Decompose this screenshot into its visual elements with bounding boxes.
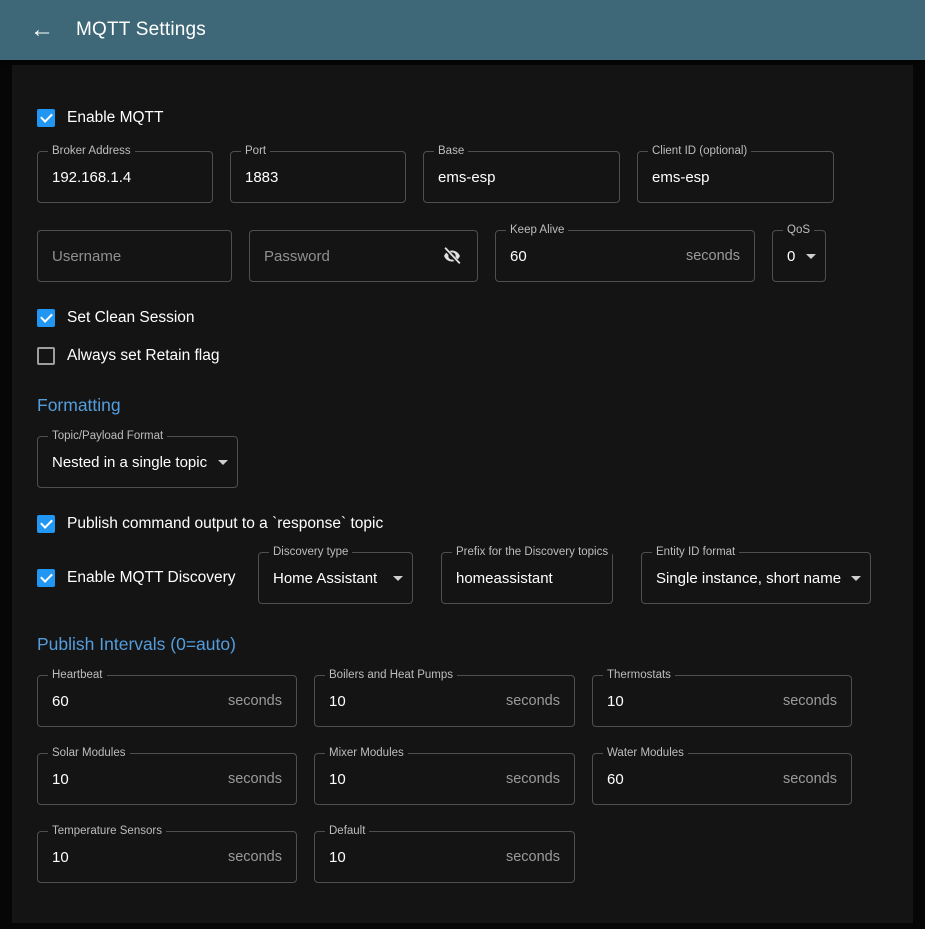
dropdown-caret-icon	[393, 576, 403, 581]
checkbox-icon	[37, 109, 55, 127]
username-field[interactable]: Username	[37, 230, 232, 282]
checkbox-icon	[37, 515, 55, 533]
keep-alive-field[interactable]: Keep Alive 60 seconds	[495, 230, 755, 282]
qos-select[interactable]: QoS 0	[772, 230, 826, 282]
discovery-prefix-field[interactable]: Prefix for the Discovery topics homeassi…	[441, 552, 613, 604]
field-value: 10	[52, 849, 69, 866]
formatting-heading: Formatting	[37, 395, 888, 416]
discovery-type-select[interactable]: Discovery type Home Assistant	[258, 552, 413, 604]
credentials-fields-row: Username Password Keep Alive 60 seconds …	[37, 230, 888, 282]
publish-intervals-heading: Publish Intervals (0=auto)	[37, 634, 888, 655]
unit-adornment: seconds	[228, 693, 282, 709]
field-label: QoS	[783, 224, 814, 237]
dropdown-caret-icon	[851, 576, 861, 581]
field-label: Default	[325, 825, 369, 838]
default-interval-field[interactable]: Default 10 seconds	[314, 831, 575, 883]
mixer-interval-field[interactable]: Mixer Modules 10 seconds	[314, 753, 575, 805]
unit-adornment: seconds	[783, 693, 837, 709]
field-label: Entity ID format	[652, 546, 739, 559]
field-label: Mixer Modules	[325, 747, 408, 760]
port-field[interactable]: Port 1883	[230, 151, 406, 203]
field-value: 192.168.1.4	[52, 169, 131, 186]
field-value: 60	[52, 693, 69, 710]
client-id-field[interactable]: Client ID (optional) ems-esp	[637, 151, 834, 203]
field-value: 10	[52, 771, 69, 788]
checkbox-label: Set Clean Session	[67, 309, 195, 327]
field-label: Broker Address	[48, 145, 135, 158]
thermostats-interval-field[interactable]: Thermostats 10 seconds	[592, 675, 852, 727]
field-value: 10	[329, 771, 346, 788]
topic-format-row: Topic/Payload Format Nested in a single …	[37, 436, 888, 488]
heartbeat-interval-field[interactable]: Heartbeat 60 seconds	[37, 675, 297, 727]
checkbox-icon	[37, 347, 55, 365]
field-label: Topic/Payload Format	[48, 430, 167, 443]
enable-mqtt-checkbox[interactable]: Enable MQTT	[37, 109, 888, 127]
checkbox-label: Enable MQTT	[67, 109, 163, 127]
field-label: Water Modules	[603, 747, 688, 760]
page-title: MQTT Settings	[76, 19, 206, 41]
broker-address-field[interactable]: Broker Address 192.168.1.4	[37, 151, 213, 203]
water-interval-field[interactable]: Water Modules 60 seconds	[592, 753, 852, 805]
publish-intervals-grid: Heartbeat 60 seconds Boilers and Heat Pu…	[37, 675, 888, 883]
field-label: Thermostats	[603, 669, 675, 682]
field-placeholder: Password	[264, 248, 330, 265]
unit-adornment: seconds	[228, 771, 282, 787]
checkbox-icon	[37, 569, 55, 587]
field-label: Base	[434, 145, 468, 158]
field-label: Boilers and Heat Pumps	[325, 669, 457, 682]
field-value: homeassistant	[456, 570, 553, 587]
checkbox-icon	[37, 309, 55, 327]
unit-adornment: seconds	[506, 693, 560, 709]
dropdown-caret-icon	[806, 254, 816, 259]
publish-response-checkbox[interactable]: Publish command output to a `response` t…	[37, 515, 888, 533]
field-value: Single instance, short name	[656, 570, 841, 587]
dropdown-caret-icon	[218, 460, 228, 465]
checkbox-label: Always set Retain flag	[67, 347, 220, 365]
connection-fields-row: Broker Address 192.168.1.4 Port 1883 Bas…	[37, 151, 888, 203]
enable-discovery-checkbox[interactable]: Enable MQTT Discovery	[37, 569, 258, 587]
field-value: ems-esp	[652, 169, 710, 186]
field-label: Heartbeat	[48, 669, 107, 682]
clean-session-checkbox[interactable]: Set Clean Session	[37, 309, 888, 327]
unit-adornment: seconds	[506, 849, 560, 865]
back-arrow-icon[interactable]: ←	[22, 10, 62, 50]
field-value: 60	[510, 248, 527, 265]
boilers-interval-field[interactable]: Boilers and Heat Pumps 10 seconds	[314, 675, 575, 727]
field-label: Port	[241, 145, 270, 158]
unit-adornment: seconds	[228, 849, 282, 865]
retain-flag-checkbox[interactable]: Always set Retain flag	[37, 347, 888, 365]
field-label: Discovery type	[269, 546, 352, 559]
password-field[interactable]: Password	[249, 230, 478, 282]
field-label: Solar Modules	[48, 747, 130, 760]
checkbox-label: Enable MQTT Discovery	[67, 569, 236, 587]
field-label: Temperature Sensors	[48, 825, 166, 838]
entity-id-format-select[interactable]: Entity ID format Single instance, short …	[641, 552, 871, 604]
field-label: Keep Alive	[506, 224, 568, 237]
topic-payload-format-select[interactable]: Topic/Payload Format Nested in a single …	[37, 436, 238, 488]
app-bar: ← MQTT Settings	[0, 0, 925, 60]
mqtt-settings-panel: Enable MQTT Broker Address 192.168.1.4 P…	[12, 65, 913, 923]
visibility-off-icon[interactable]	[441, 245, 463, 267]
field-placeholder: Username	[52, 248, 121, 265]
discovery-row: Enable MQTT Discovery Discovery type Hom…	[37, 552, 888, 604]
solar-interval-field[interactable]: Solar Modules 10 seconds	[37, 753, 297, 805]
field-value: 10	[607, 693, 624, 710]
unit-adornment: seconds	[783, 771, 837, 787]
field-value: 10	[329, 693, 346, 710]
field-value: 60	[607, 771, 624, 788]
unit-adornment: seconds	[686, 248, 740, 264]
field-value: 10	[329, 849, 346, 866]
temperature-sensors-interval-field[interactable]: Temperature Sensors 10 seconds	[37, 831, 297, 883]
field-value: 1883	[245, 169, 278, 186]
unit-adornment: seconds	[506, 771, 560, 787]
checkbox-label: Publish command output to a `response` t…	[67, 515, 383, 533]
field-label: Prefix for the Discovery topics	[452, 546, 612, 559]
base-field[interactable]: Base ems-esp	[423, 151, 620, 203]
field-label: Client ID (optional)	[648, 145, 751, 158]
field-value: Nested in a single topic	[52, 454, 207, 471]
field-value: 0	[787, 248, 795, 265]
field-value: ems-esp	[438, 169, 496, 186]
field-value: Home Assistant	[273, 570, 377, 587]
